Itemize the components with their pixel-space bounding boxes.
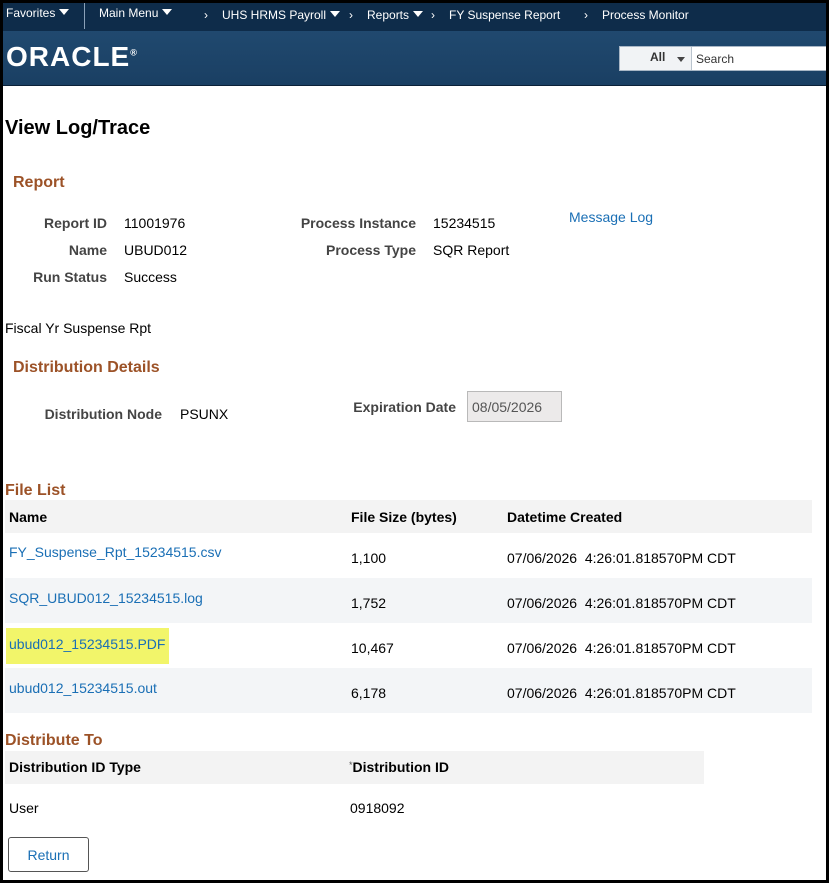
nav-divider (84, 2, 85, 29)
file-datetime: 07/06/2026 4:26:01.818570PM CDT (507, 640, 736, 656)
column-header-file-size[interactable]: File Size (bytes) (351, 509, 457, 525)
breadcrumb-uhs-hrms-payroll[interactable]: UHS HRMS Payroll (222, 8, 341, 22)
run-status-label: Run Status (33, 269, 107, 285)
breadcrumb-reports[interactable]: Reports (367, 8, 424, 22)
main-menu-label: Main Menu (99, 6, 159, 20)
search-scope-label: All (650, 50, 666, 64)
report-id-value: 11001976 (124, 215, 186, 231)
breadcrumb-label: Reports (367, 8, 410, 22)
file-list-heading: File List (5, 482, 66, 499)
name-value: UBUD012 (124, 242, 188, 258)
chevron-down-icon (162, 9, 173, 15)
return-button[interactable]: Return (8, 837, 89, 872)
chevron-down-icon (59, 9, 70, 15)
breadcrumb-process-monitor[interactable]: Process Monitor (602, 8, 689, 22)
chevron-down-icon (413, 11, 424, 17)
expiration-date-field: 08/05/2026 (467, 391, 562, 422)
distribute-to-header-row: Distribution ID Type *Distribution ID (5, 751, 704, 784)
search-scope-dropdown[interactable]: All (620, 47, 692, 70)
chevron-right-icon: › (584, 8, 588, 22)
table-row: ubud012_15234515.PDF 10,467 07/06/2026 4… (5, 623, 812, 668)
header-banner: ORACLE® All (0, 31, 829, 86)
file-link[interactable]: SQR_UBUD012_15234515.log (9, 590, 203, 606)
file-size: 1,752 (351, 595, 387, 611)
file-link[interactable]: ubud012_15234515.out (9, 680, 157, 696)
search-bar: All (619, 46, 829, 71)
file-link-highlighted[interactable]: ubud012_15234515.PDF (6, 628, 170, 664)
process-instance-label: Process Instance (300, 215, 416, 231)
chevron-right-icon: › (431, 8, 435, 22)
distribution-details-heading: Distribution Details (13, 359, 160, 376)
chevron-down-icon (330, 11, 341, 17)
message-log-link[interactable]: Message Log (569, 209, 653, 225)
top-navigation-bar: Favorites Main Menu › UHS HRMS Payroll ›… (0, 0, 829, 31)
report-description: Fiscal Yr Suspense Rpt (5, 320, 152, 336)
report-id-label: Report ID (44, 215, 107, 231)
chevron-down-icon (677, 57, 685, 62)
column-header-distribution-id-type[interactable]: Distribution ID Type (9, 759, 141, 775)
distribution-node-label: Distribution Node (44, 406, 162, 422)
breadcrumb-label: UHS HRMS Payroll (222, 8, 327, 22)
expiration-date-label: Expiration Date (353, 399, 456, 415)
column-header-datetime-created[interactable]: Datetime Created (507, 509, 622, 525)
search-input[interactable] (694, 49, 824, 68)
page-title: View Log/Trace (5, 117, 151, 139)
table-row: ubud012_15234515.out 6,178 07/06/2026 4:… (5, 668, 812, 713)
file-link[interactable]: FY_Suspense_Rpt_15234515.csv (9, 544, 221, 560)
name-label: Name (68, 242, 107, 258)
column-header-label: Distribution ID (352, 759, 449, 775)
distribution-id-type-value: User (9, 800, 39, 816)
chevron-right-icon: › (204, 8, 208, 22)
table-row: SQR_UBUD012_15234515.log 1,752 07/06/202… (5, 578, 812, 623)
distribute-to-heading: Distribute To (5, 732, 103, 749)
favorites-menu[interactable]: Favorites (6, 6, 70, 20)
file-datetime: 07/06/2026 4:26:01.818570PM CDT (507, 595, 736, 611)
process-type-value: SQR Report (433, 242, 510, 258)
chevron-right-icon: › (349, 8, 353, 22)
process-type-label: Process Type (325, 242, 416, 258)
distribution-id-value: 0918092 (350, 800, 405, 816)
distribution-node-value: PSUNX (180, 406, 229, 422)
file-list-header-row: Name File Size (bytes) Datetime Created (5, 500, 812, 533)
column-header-name[interactable]: Name (9, 509, 47, 525)
run-status-value: Success (124, 269, 177, 285)
process-instance-value: 15234515 (433, 215, 496, 231)
file-size: 10,467 (351, 640, 394, 656)
breadcrumb-fy-suspense-report[interactable]: FY Suspense Report (449, 8, 560, 22)
file-datetime: 07/06/2026 4:26:01.818570PM CDT (507, 550, 736, 566)
table-row: FY_Suspense_Rpt_15234515.csv 1,100 07/06… (5, 533, 812, 578)
main-menu[interactable]: Main Menu (99, 6, 173, 20)
favorites-label: Favorites (6, 6, 56, 20)
file-datetime: 07/06/2026 4:26:01.818570PM CDT (507, 685, 736, 701)
logo-text: ORACLE (6, 41, 131, 72)
file-size: 1,100 (351, 550, 387, 566)
oracle-logo: ORACLE® (6, 41, 138, 72)
column-header-distribution-id[interactable]: *Distribution ID (349, 759, 449, 775)
report-section-heading: Report (13, 174, 65, 191)
file-size: 6,178 (351, 685, 387, 701)
